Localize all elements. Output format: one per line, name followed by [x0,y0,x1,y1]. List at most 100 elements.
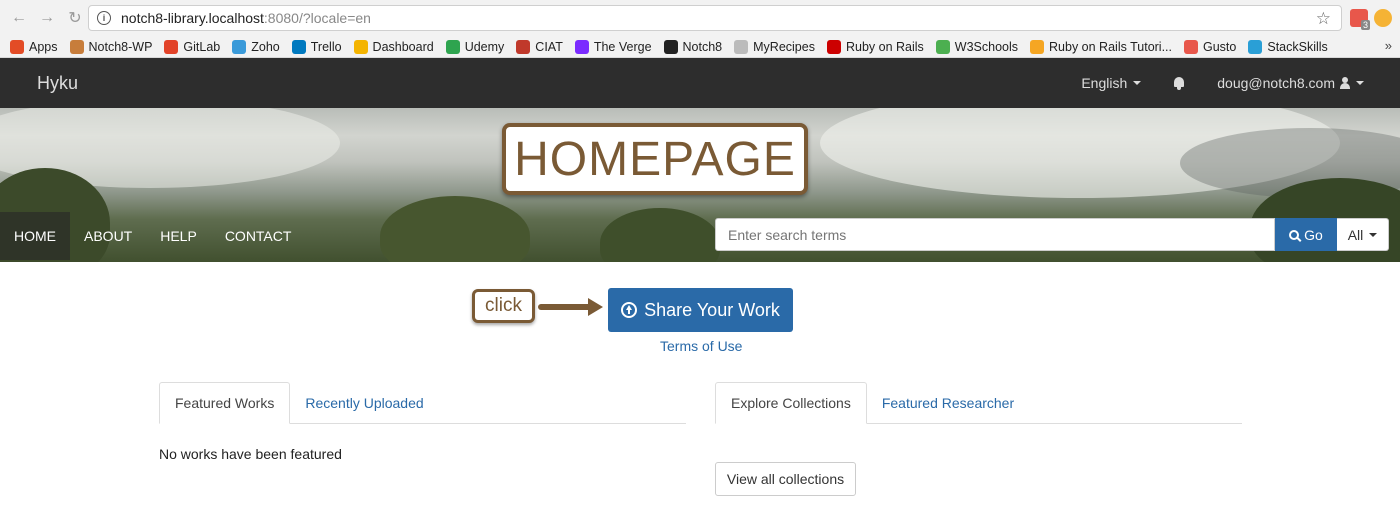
bookmark-item[interactable]: StackSkills [1248,39,1328,54]
scope-label: All [1347,226,1364,243]
bookmark-item[interactable]: Ruby on Rails Tutori... [1030,39,1172,54]
no-works-message: No works have been featured [159,446,342,462]
bookmark-label: Ruby on Rails Tutori... [1049,39,1172,54]
bookmark-label: W3Schools [954,39,1019,54]
back-icon[interactable]: ← [8,7,30,29]
banner-tree [600,208,720,262]
bookmark-label: Gusto [1203,39,1237,54]
info-icon[interactable]: i [97,11,111,25]
go-label: Go [1304,226,1323,243]
extension-icons: 3 [1350,9,1392,30]
bookmark-item[interactable]: Notch8 [663,39,723,54]
search-go-button[interactable]: Go [1275,218,1337,251]
menu-item-home[interactable]: HOME [0,212,70,260]
bell-icon [1173,76,1185,90]
share-your-work-button[interactable]: Share Your Work [608,288,793,332]
bookmark-item[interactable]: Notch8-WP [69,39,153,54]
bookmark-favicon-icon [1184,39,1198,54]
bookmark-favicon-icon [1248,39,1263,54]
bookmark-label: CIAT [535,39,563,54]
bookmark-favicon-icon [232,39,247,54]
menu-item-about[interactable]: ABOUT [70,212,146,260]
bookmark-favicon-icon [826,39,841,54]
bookmark-item[interactable]: Trello [291,39,342,54]
search-form: Go All [715,218,1389,251]
bookmark-favicon-icon [69,39,84,54]
user-email: doug@notch8.com [1217,75,1335,91]
bookmark-favicon-icon [935,39,950,54]
brand-link[interactable]: Hyku [37,73,78,94]
caret-down-icon [1133,81,1142,85]
bookmark-favicon-icon [734,39,749,54]
bookmark-item[interactable]: Gusto [1184,39,1237,54]
upload-icon [621,302,638,318]
bookmark-label: Notch8 [682,39,723,54]
search-icon [1289,229,1300,240]
bookmark-favicon-icon [1030,39,1045,54]
bookmark-favicon-icon [574,39,589,54]
homepage-annotation: HOMEPAGE [502,123,808,195]
extension-calendar-icon[interactable]: 3 [1350,9,1370,30]
bookmark-label: Apps [29,39,58,54]
terms-of-use-link[interactable]: Terms of Use [660,338,742,354]
works-tabs: Featured Works Recently Uploaded [159,382,686,424]
browser-toolbar: ← → ↻ i notch8-library.localhost:8080/?l… [0,0,1400,36]
bookmark-item[interactable]: Dashboard [353,39,434,54]
main-menu: HOME ABOUT HELP CONTACT [0,212,305,260]
hero-banner: HOMEPAGE HOME ABOUT HELP CONTACT Go All [0,108,1400,262]
bookmark-favicon-icon [10,39,24,54]
menu-item-contact[interactable]: CONTACT [211,212,306,260]
bookmark-favicon-icon [663,39,678,54]
user-dropdown[interactable]: doug@notch8.com [1217,75,1364,91]
search-scope-dropdown[interactable]: All [1337,218,1389,251]
bookmark-favicon-icon [445,39,460,54]
extension-coin-icon[interactable] [1374,9,1392,27]
user-icon [1340,77,1350,89]
caret-down-icon [1369,232,1378,237]
bookmark-label: The Verge [593,39,652,54]
tab-featured-researcher[interactable]: Featured Researcher [867,382,1029,424]
forward-icon[interactable]: → [36,7,58,29]
bookmark-item[interactable]: Apps [10,39,58,54]
navbar-right: English doug@notch8.com [1049,75,1364,91]
bookmark-item[interactable]: CIAT [516,39,563,54]
click-annotation: click [472,289,535,323]
tab-featured-works[interactable]: Featured Works [159,382,291,424]
tab-recently-uploaded[interactable]: Recently Uploaded [290,382,438,424]
menu-item-help[interactable]: HELP [146,212,211,260]
bookmark-label: Ruby on Rails [845,39,924,54]
annotation-arrow-head [588,298,603,316]
bookmark-label: Notch8-WP [88,39,153,54]
bookmark-item[interactable]: MyRecipes [734,39,815,54]
address-bar[interactable]: i notch8-library.localhost:8080/?locale=… [88,5,1342,31]
bookmarks-bar: Apps Notch8-WP GitLab Zoho Trello Dashboard Ud… [0,36,1400,58]
bookmarks-more-button[interactable]: » [1385,38,1392,53]
main-content: click Share Your Work Terms of Use Featu… [0,262,1400,509]
notifications-button[interactable] [1173,76,1185,90]
bookmark-favicon-icon [164,39,179,54]
bookmark-favicon-icon [291,39,306,54]
reload-icon[interactable]: ↻ [64,7,86,29]
bookmark-item[interactable]: The Verge [574,39,652,54]
url-path: :8080/?locale=en [263,10,371,26]
search-input[interactable] [715,218,1275,251]
bookmark-item[interactable]: W3Schools [935,39,1019,54]
tab-explore-collections[interactable]: Explore Collections [715,382,867,424]
collections-tabs: Explore Collections Featured Researcher [715,382,1242,424]
bookmark-item[interactable]: GitLab [164,39,220,54]
url-host: notch8-library.localhost [121,10,264,26]
language-label: English [1081,75,1128,91]
annotation-arrow [538,304,592,310]
share-label: Share Your Work [644,299,780,320]
bookmark-label: MyRecipes [753,39,815,54]
language-dropdown[interactable]: English [1081,75,1142,91]
bookmark-star-icon[interactable]: ☆ [1316,9,1331,29]
app-navbar: Hyku English doug@notch8.com [0,58,1400,108]
bookmark-favicon-icon [353,39,368,54]
bookmark-item[interactable]: Udemy [445,39,504,54]
bookmark-item[interactable]: Zoho [232,39,280,54]
bookmark-favicon-icon [516,39,531,54]
view-all-collections-button[interactable]: View all collections [715,462,856,496]
bookmark-item[interactable]: Ruby on Rails [826,39,924,54]
bookmark-label: StackSkills [1267,39,1328,54]
